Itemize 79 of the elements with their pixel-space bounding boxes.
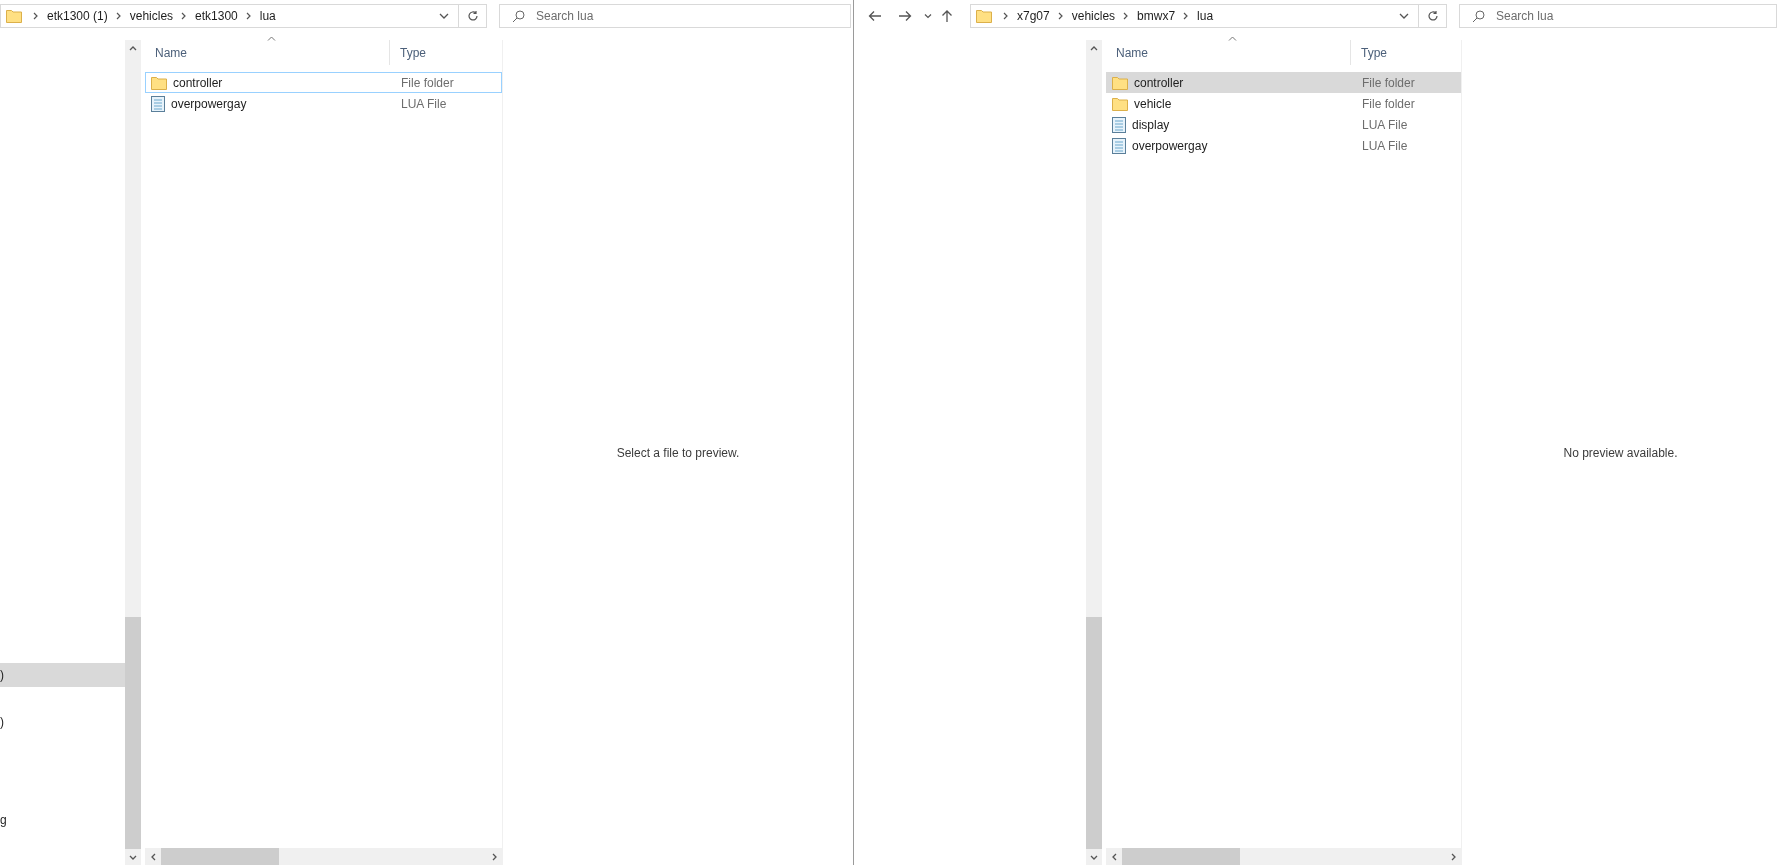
file-row[interactable]: controller File folder	[145, 72, 502, 93]
back-arrow-icon	[868, 10, 882, 22]
folder-icon	[1112, 75, 1128, 90]
vertical-scrollbar[interactable]	[1086, 40, 1102, 865]
breadcrumb[interactable]: etk1300	[193, 7, 240, 25]
file-name: vehicle	[1134, 95, 1172, 113]
search-icon	[512, 10, 525, 23]
folder-icon	[976, 9, 992, 23]
breadcrumb[interactable]: vehicles	[1069, 7, 1118, 25]
address-bar[interactable]: etk1300 (1) vehicles etk1300 lua	[0, 4, 487, 28]
search-field[interactable]: Search lua	[1459, 4, 1777, 28]
breadcrumb[interactable]: vehicles	[127, 7, 176, 25]
file-row[interactable]: overpowergay LUA File	[1106, 135, 1461, 156]
chevron-right-icon	[181, 12, 188, 20]
breadcrumb[interactable]: x7g07	[1015, 7, 1052, 25]
vertical-scrollbar[interactable]	[125, 40, 141, 865]
file-row[interactable]: display LUA File	[1106, 114, 1461, 135]
file-row[interactable]: overpowergay LUA File	[145, 93, 502, 114]
folder-icon	[151, 75, 167, 90]
forward-arrow-icon	[898, 10, 912, 22]
preview-message: No preview available.	[1563, 444, 1678, 462]
horizontal-scrollbar[interactable]	[1106, 848, 1461, 865]
text-file-icon	[1112, 116, 1126, 133]
chevron-right-icon	[1123, 12, 1130, 20]
dropdown-caret-icon	[924, 13, 932, 19]
scroll-down-icon[interactable]	[1090, 854, 1098, 860]
breadcrumb[interactable]: lua	[1195, 7, 1216, 25]
chevron-right-icon	[115, 12, 122, 20]
column-header[interactable]: Type	[390, 40, 502, 65]
file-type: LUA File	[1362, 117, 1408, 132]
scrollbar-thumb[interactable]	[1122, 848, 1240, 865]
file-name: overpowergay	[171, 95, 247, 113]
file-name: controller	[1134, 74, 1184, 92]
scrollbar-thumb[interactable]	[125, 617, 141, 849]
scroll-left-icon[interactable]	[1111, 852, 1117, 861]
navigation-item[interactable]: )	[0, 663, 125, 687]
scroll-right-icon[interactable]	[491, 852, 497, 861]
scroll-up-icon[interactable]	[129, 45, 137, 51]
chevron-right-icon	[33, 12, 39, 20]
folder-icon	[1112, 96, 1128, 111]
file-type: File folder	[1362, 75, 1415, 90]
folder-icon	[6, 9, 22, 23]
column-header[interactable]: Name	[1106, 40, 1351, 65]
search-field[interactable]: Search lua	[499, 4, 851, 28]
navigation-item[interactable]: g	[0, 808, 125, 832]
file-type: LUA File	[401, 96, 447, 111]
file-name: display	[1132, 116, 1170, 134]
column-header[interactable]: Name	[145, 40, 390, 65]
navigation-item[interactable]: )	[0, 710, 125, 734]
column-header[interactable]: Type	[1351, 40, 1461, 65]
scroll-down-icon[interactable]	[129, 854, 137, 860]
address-bar[interactable]: x7g07 vehicles bmwx7 lua	[970, 4, 1447, 28]
chevron-right-icon	[245, 12, 252, 20]
file-name: overpowergay	[1132, 137, 1208, 155]
horizontal-scrollbar[interactable]	[145, 848, 502, 865]
breadcrumb[interactable]: bmwx7	[1135, 7, 1178, 25]
file-type: File folder	[401, 75, 454, 90]
chevron-right-icon	[1183, 12, 1190, 20]
scroll-up-icon[interactable]	[1090, 45, 1098, 51]
file-row[interactable]: controller File folder	[1106, 72, 1461, 93]
file-row[interactable]: vehicle File folder	[1106, 93, 1461, 114]
file-type: LUA File	[1362, 138, 1408, 153]
preview-message: Select a file to preview.	[616, 444, 740, 462]
refresh-icon	[1426, 10, 1439, 22]
scroll-right-icon[interactable]	[1450, 852, 1456, 861]
text-file-icon	[151, 95, 165, 112]
chevron-right-icon	[1003, 12, 1009, 20]
scrollbar-thumb[interactable]	[161, 848, 279, 865]
scrollbar-thumb[interactable]	[1086, 617, 1102, 849]
breadcrumb[interactable]: lua	[257, 7, 278, 25]
text-file-icon	[1112, 137, 1126, 154]
breadcrumb[interactable]: etk1300 (1)	[45, 7, 110, 25]
file-type: File folder	[1362, 96, 1415, 111]
search-icon	[1472, 10, 1485, 23]
file-name: controller	[173, 74, 223, 92]
chevron-right-icon	[1057, 12, 1064, 20]
scroll-left-icon[interactable]	[150, 852, 156, 861]
refresh-icon	[466, 10, 479, 22]
up-arrow-icon	[941, 9, 953, 23]
